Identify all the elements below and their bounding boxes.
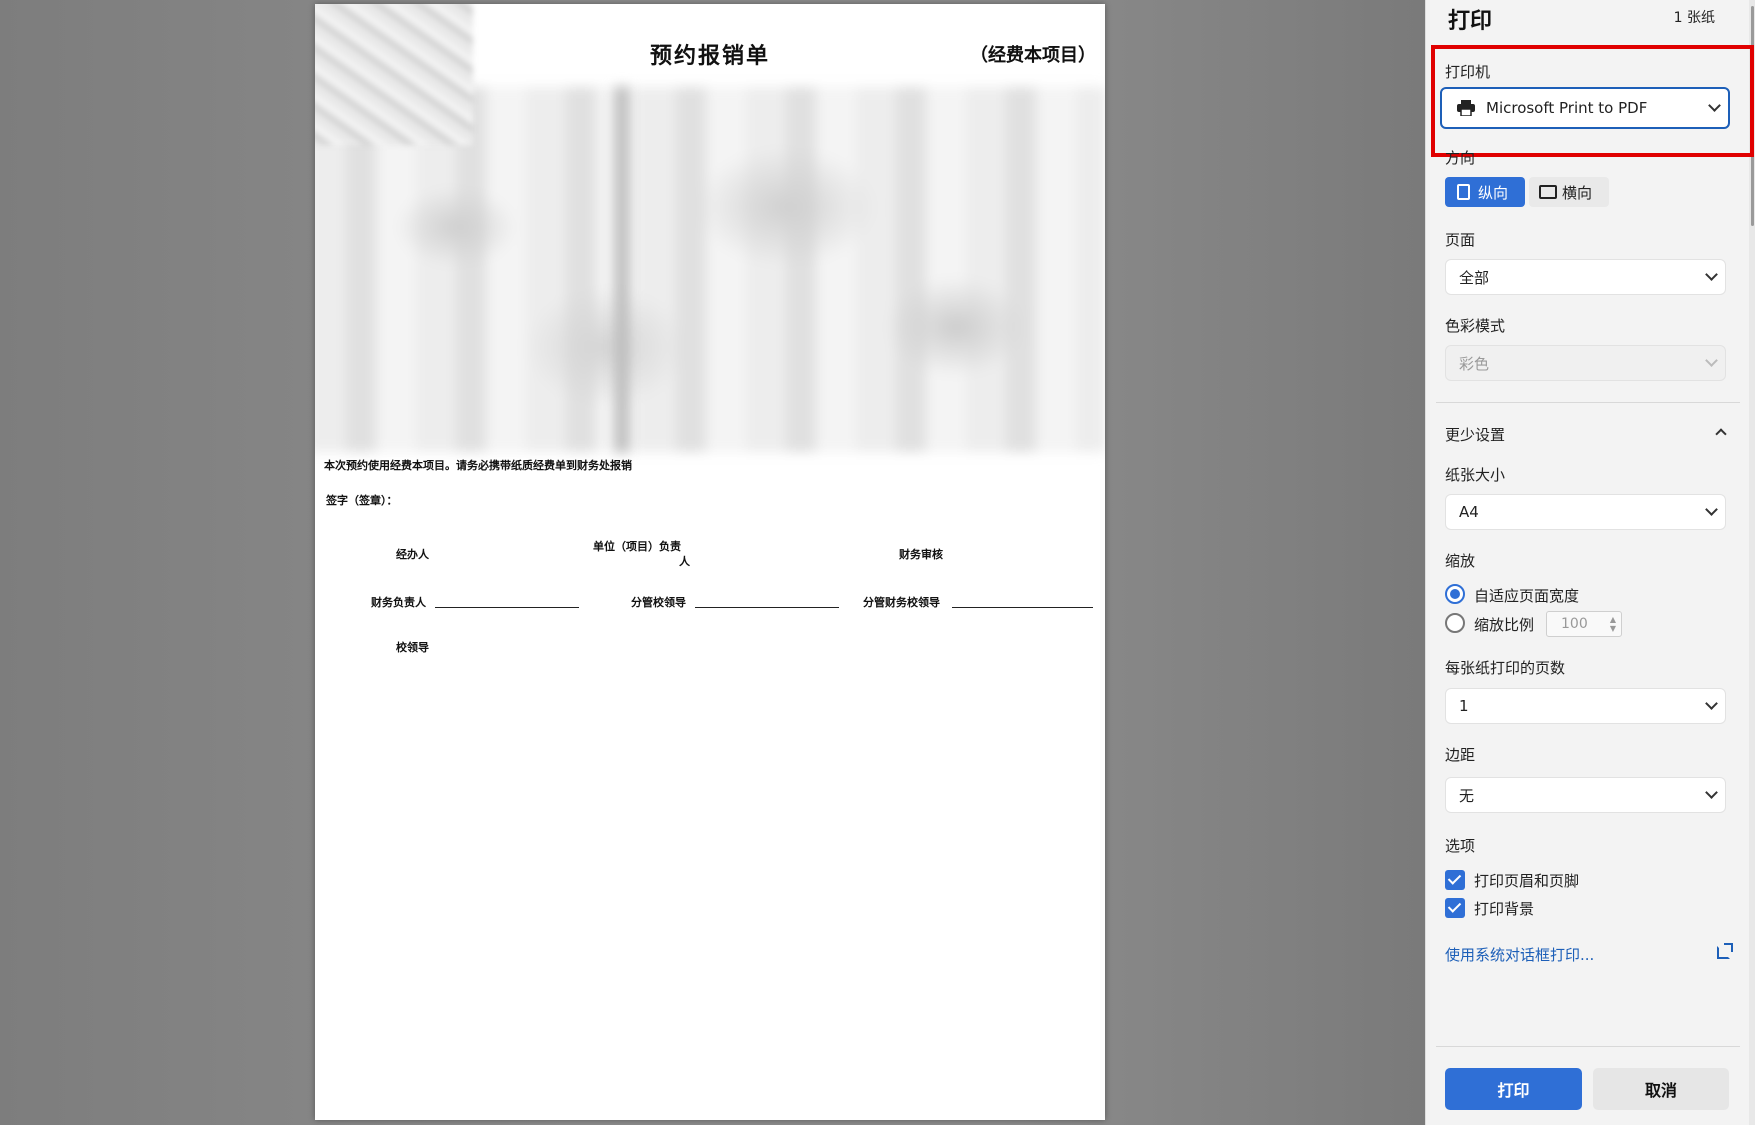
- paper-size-value: A4: [1459, 503, 1479, 521]
- paper-size-label: 纸张大小: [1445, 466, 1506, 484]
- portrait-button[interactable]: 纵向: [1445, 177, 1525, 207]
- pages-label: 页面: [1445, 231, 1476, 249]
- panel-scrollbar[interactable]: [1749, 0, 1755, 1125]
- headers-footers-label: 打印页眉和页脚: [1474, 872, 1580, 890]
- paper-size-select[interactable]: A4: [1445, 494, 1726, 530]
- color-mode-select[interactable]: 彩色: [1445, 345, 1726, 381]
- sheet-count: 1 张纸: [1673, 10, 1715, 26]
- orientation-label: 方向: [1445, 149, 1476, 167]
- color-mode-value: 彩色: [1459, 354, 1490, 373]
- print-panel-title: 打印: [1448, 9, 1493, 34]
- document-title: 预约报销单: [650, 43, 771, 69]
- highlight-box: [1431, 45, 1754, 157]
- field-finance-review: 财务审核: [899, 548, 943, 561]
- chevron-down-icon: [1705, 697, 1718, 710]
- scale-value: 100: [1561, 616, 1588, 632]
- scale-input[interactable]: 100 ▲ ▼: [1546, 611, 1622, 637]
- chevron-up-icon[interactable]: [1715, 428, 1727, 440]
- chevron-down-icon: [1705, 354, 1718, 367]
- document-note: 本次预约使用经费本项目。请务必携带纸质经费单到财务处报销: [324, 459, 632, 472]
- finance-head-line: [435, 607, 579, 608]
- options-label: 选项: [1445, 837, 1476, 855]
- pages-per-sheet-label: 每张纸打印的页数: [1445, 659, 1566, 677]
- headers-footers-checkbox[interactable]: [1445, 870, 1465, 890]
- field-unit-head-line1: 单位（项目）负责: [593, 540, 681, 553]
- field-finance-head: 财务负责人: [371, 596, 426, 609]
- background-label: 打印背景: [1474, 900, 1535, 918]
- landscape-button[interactable]: 横向: [1529, 177, 1609, 207]
- landscape-page-icon: [1539, 185, 1557, 199]
- chevron-down-icon: [1705, 786, 1718, 799]
- margins-select[interactable]: 无: [1445, 777, 1726, 813]
- pages-per-sheet-value: 1: [1459, 697, 1469, 715]
- portrait-page-icon: [1457, 184, 1470, 200]
- section-divider: [1436, 402, 1740, 403]
- external-link-icon[interactable]: [1717, 943, 1733, 959]
- print-button[interactable]: 打印: [1445, 1068, 1582, 1110]
- background-checkbox[interactable]: [1445, 898, 1465, 918]
- system-dialog-link[interactable]: 使用系统对话框打印...: [1445, 944, 1594, 965]
- chevron-down-icon: [1705, 503, 1718, 516]
- chevron-down-icon: [1705, 268, 1718, 281]
- cancel-button[interactable]: 取消: [1593, 1068, 1729, 1110]
- color-mode-label: 色彩模式: [1445, 317, 1506, 335]
- print-preview-area: 预约报销单 （经费本项目） 本次预约使用经费本项目。请务必携带纸质经费单到财务处…: [0, 0, 1425, 1125]
- stepper-icon[interactable]: ▲ ▼: [1608, 615, 1618, 633]
- pages-select[interactable]: 全部: [1445, 259, 1726, 295]
- print-settings-panel: 打印 1 张纸 打印机 Microsoft Print to PDF 方向 纵向…: [1425, 0, 1755, 1125]
- field-school-leader: 校领导: [396, 641, 429, 654]
- fit-width-label: 自适应页面宽度: [1474, 587, 1580, 605]
- document-subtitle: （经费本项目）: [970, 45, 1096, 66]
- margins-label: 边距: [1445, 746, 1476, 764]
- fit-width-radio[interactable]: [1445, 584, 1465, 604]
- blurred-divider: [615, 87, 629, 452]
- supervising-leader-line: [695, 607, 839, 608]
- footer-divider: [1436, 1046, 1740, 1047]
- field-unit-head-line2: 人: [679, 555, 690, 568]
- field-finance-supervising-leader: 分管财务校领导: [863, 596, 940, 609]
- scale-label: 缩放: [1445, 552, 1476, 570]
- preview-page: 预约报销单 （经费本项目） 本次预约使用经费本项目。请务必携带纸质经费单到财务处…: [315, 4, 1105, 1120]
- margins-value: 无: [1459, 786, 1475, 805]
- signature-label: 签字（签章）：: [326, 494, 398, 507]
- landscape-label: 横向: [1562, 183, 1593, 202]
- finance-supervising-leader-line: [952, 607, 1093, 608]
- custom-scale-radio[interactable]: [1445, 613, 1465, 633]
- blurred-logo: [315, 4, 473, 145]
- less-settings-toggle[interactable]: 更少设置: [1445, 424, 1505, 445]
- field-handler: 经办人: [396, 548, 429, 561]
- custom-scale-label: 缩放比例: [1474, 616, 1535, 634]
- portrait-label: 纵向: [1478, 183, 1509, 202]
- field-supervising-leader: 分管校领导: [631, 596, 686, 609]
- pages-per-sheet-select[interactable]: 1: [1445, 688, 1726, 724]
- pages-value: 全部: [1459, 268, 1490, 287]
